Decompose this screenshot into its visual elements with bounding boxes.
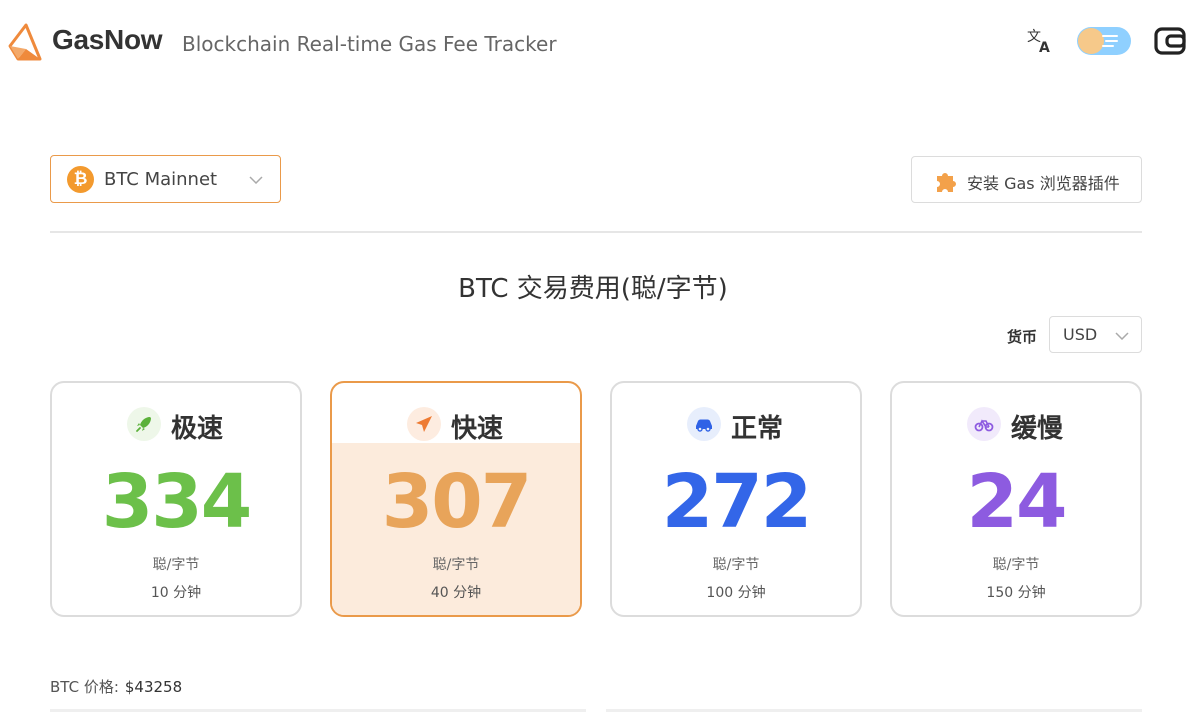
gasnow-logo-icon[interactable] xyxy=(6,22,42,62)
network-label: BTC Mainnet xyxy=(104,169,218,190)
top-bar: GasNow Blockchain Real-time Gas Fee Trac… xyxy=(0,0,1200,86)
price-label: BTC 价格: xyxy=(50,678,119,696)
currency-value: USD xyxy=(1063,325,1098,344)
install-extension-label: 安装 Gas 浏览器插件 xyxy=(967,174,1120,193)
tier-unit: 聪/字节 xyxy=(992,557,1040,573)
brand-name[interactable]: GasNow xyxy=(52,24,163,56)
svg-text:A: A xyxy=(1039,40,1050,54)
wallet-icon[interactable] xyxy=(1153,24,1187,58)
btc-price-row: BTC 价格: $43258 xyxy=(50,676,182,697)
tier-unit: 聪/字节 xyxy=(712,557,760,573)
install-extension-button[interactable]: 安装 Gas 浏览器插件 xyxy=(911,156,1142,203)
tier-name: 缓慢 xyxy=(1011,414,1064,444)
price-value: $43258 xyxy=(124,678,183,696)
bitcoin-icon: ₿ xyxy=(67,166,94,193)
tier-name: 正常 xyxy=(731,414,784,444)
chevron-down-icon xyxy=(249,176,263,184)
divider xyxy=(50,231,1142,233)
car-icon xyxy=(687,407,721,441)
plane-icon xyxy=(407,407,441,441)
theme-toggle[interactable] xyxy=(1077,27,1131,55)
tier-unit: 聪/字节 xyxy=(152,557,200,573)
rocket-icon xyxy=(127,407,161,441)
wind-icon xyxy=(1102,35,1118,47)
tier-unit: 聪/字节 xyxy=(432,557,480,573)
tier-card-standard[interactable]: 正常 272 聪/字节 100 分钟 xyxy=(610,381,862,617)
translate-icon[interactable]: 文 A xyxy=(1026,26,1054,54)
tier-card-fast[interactable]: 快速 307 聪/字节 40 分钟 xyxy=(330,381,582,617)
tier-time: 150 分钟 xyxy=(986,585,1046,601)
chevron-down-icon xyxy=(1115,332,1129,340)
tier-value: 334 xyxy=(101,459,252,545)
tier-time: 40 分钟 xyxy=(430,585,482,601)
currency-label: 货币 xyxy=(1007,328,1038,346)
tier-time: 100 分钟 xyxy=(706,585,766,601)
tier-value: 272 xyxy=(661,459,812,545)
tier-name: 极速 xyxy=(171,414,224,444)
network-select[interactable]: ₿ BTC Mainnet xyxy=(50,155,281,203)
tagline: Blockchain Real-time Gas Fee Tracker xyxy=(182,32,557,56)
puzzle-icon xyxy=(937,173,956,192)
bike-icon xyxy=(967,407,1001,441)
tier-value: 307 xyxy=(381,459,532,545)
tier-name: 快速 xyxy=(451,414,504,444)
currency-select[interactable]: USD xyxy=(1049,316,1142,353)
section-title: BTC 交易费用(聪/字节) xyxy=(458,274,728,304)
tier-value: 24 xyxy=(966,459,1068,545)
tier-time: 10 分钟 xyxy=(150,585,202,601)
tier-card-slow[interactable]: 缓慢 24 聪/字节 150 分钟 xyxy=(890,381,1142,617)
tier-card-rapid[interactable]: 极速 334 聪/字节 10 分钟 xyxy=(50,381,302,617)
